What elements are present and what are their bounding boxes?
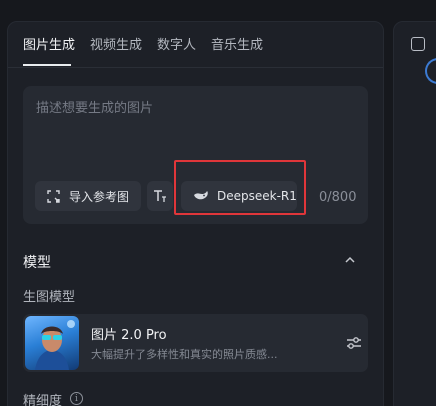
prompt-input[interactable] xyxy=(36,98,346,118)
tabs-divider xyxy=(8,67,383,68)
tab-image-generation[interactable]: 图片生成 xyxy=(23,34,75,56)
model-description: 大幅提升了多样性和真实的照片质感... xyxy=(91,348,278,361)
character-counter: 0/800 xyxy=(319,190,357,205)
info-icon[interactable]: i xyxy=(70,392,83,405)
image-model-label: 生图模型 xyxy=(23,290,76,305)
sliders-icon xyxy=(347,337,361,349)
tab-bar: 图片生成 视频生成 数字人 音乐生成 xyxy=(23,34,278,56)
select-checkbox[interactable] xyxy=(411,37,425,51)
active-tab-indicator xyxy=(23,64,71,66)
text-format-button[interactable] xyxy=(147,181,173,211)
preview-panel xyxy=(393,21,436,406)
tab-music-generation[interactable]: 音乐生成 xyxy=(211,34,263,56)
import-reference-image-label: 导入参考图 xyxy=(69,189,130,204)
model-card[interactable]: 图片 2.0 Pro 大幅提升了多样性和真实的照片质感... xyxy=(23,314,368,372)
chevron-up-icon xyxy=(345,256,355,263)
loading-ring-icon xyxy=(425,58,436,84)
model-settings-button[interactable] xyxy=(344,333,364,353)
model-section-title: 模型 xyxy=(23,255,51,271)
model-name: 图片 2.0 Pro xyxy=(91,328,167,343)
tab-digital-human[interactable]: 数字人 xyxy=(157,34,196,56)
tab-video-generation[interactable]: 视频生成 xyxy=(90,34,142,56)
text-format-icon xyxy=(152,188,168,204)
detail-level-label: 精细度 xyxy=(23,394,63,406)
image-crop-icon xyxy=(45,188,61,204)
collapse-model-section-button[interactable] xyxy=(341,251,359,269)
highlight-box xyxy=(174,160,306,215)
import-reference-image-button[interactable]: 导入参考图 xyxy=(35,181,141,211)
model-thumbnail xyxy=(25,316,79,370)
